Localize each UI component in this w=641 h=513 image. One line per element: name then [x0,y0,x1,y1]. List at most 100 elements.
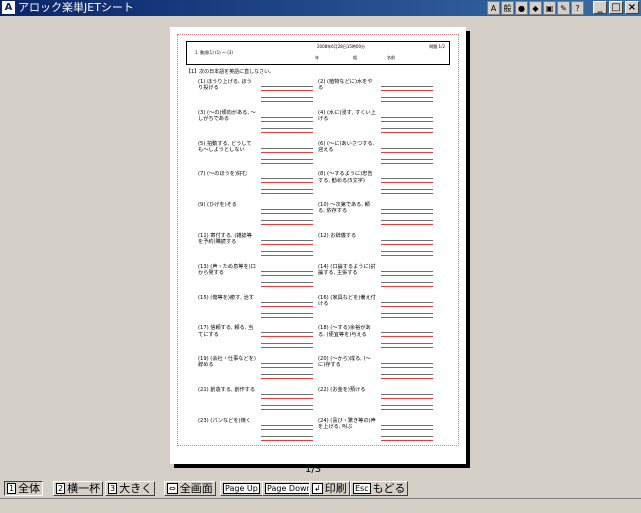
answer-line [381,316,433,318]
enlarge-button[interactable]: 3 大きく [105,481,156,496]
window-title: アロック楽単JETシート [18,1,134,14]
answer-line [261,398,313,399]
answer-line [381,332,433,334]
question-item: (2) (植物などに)水をやる [318,79,448,109]
answer-line [381,378,433,380]
unit-title: 1. 動詞(1) (1) ～ (3) [195,50,233,55]
question-item: (5) 拍動する, どうしても～しようとしない [198,141,328,171]
question-item: (21) 創造する, 創作する [198,387,328,417]
button-label: 大きく [119,482,153,495]
worksheet-page: 1. 動詞(1) (1) ～ (3) 2008年6月28日15時00分 問題 1… [170,27,466,464]
status-bar [0,498,641,513]
question-item: (7) (～のほうを)好む [198,171,328,201]
question-item: (22) (お金を)預ける [318,387,448,417]
answer-line [261,347,313,349]
maximize-button[interactable]: □ [609,1,623,14]
tray-mode-icon[interactable]: 般 [501,1,514,15]
tray-help-icon[interactable]: ? [571,1,584,15]
answer-line [381,131,433,133]
answer-line [381,193,433,195]
answer-line [261,178,313,180]
bottom-toolbar: 1全体 2横一杯 3大きく ⇔全画面 Page Up前頁 Page Down次頁… [0,478,641,498]
answer-line [261,435,313,437]
answer-line [261,90,313,91]
fit-width-button[interactable]: 2 横一杯 [53,481,104,496]
answer-line [261,394,313,395]
question-item: (23) (パンなどを)焼く [198,418,328,448]
tray-ime-icon[interactable]: A [487,1,500,15]
answer-line [381,147,433,149]
answer-line [261,285,313,287]
question-text: (13) (声・ため息等を)口から発する [198,263,256,276]
tray-pen-icon[interactable]: ✎ [557,1,570,15]
tray-settings-icon[interactable]: ▣ [543,1,556,15]
answer-line [381,116,433,118]
question-item: (17) 信頼する, 頼る, 当てにする [198,325,328,355]
key-label: Page Down [265,483,314,494]
key-label: Esc [353,483,371,494]
answer-line [261,378,313,380]
worksheet-header: 1. 動詞(1) (1) ～ (3) 2008年6月28日15時00分 問題 1… [186,41,450,65]
tray-dictionary-icon[interactable]: ● [515,1,528,15]
view-whole-button[interactable]: 1 全体 [4,481,44,496]
question-item: (16) (家具などを)備え付ける [318,295,448,325]
question-text: (8) (～するように)忠告する, 勧める(5文字) [318,171,373,184]
question-text: (19) (会社・仕事などを)辞める [198,356,256,369]
question-item: (18) (～する)余裕がある, (便宜等を)与える [318,325,448,355]
answer-line [261,251,313,252]
answer-line [261,301,313,303]
question-item: (10) ～次第である, 頼る, 依存する [318,202,448,232]
question-text: (18) (～する)余裕がある, (便宜等を)与える [318,325,371,338]
question-text: (14) (口論するように)討論する, 主張する [318,263,376,276]
question-item: (15) (傷等を)癒す, 治す [198,295,328,325]
question-text: (6) (～に)あいさつする, 迎える [318,140,375,153]
answer-line [381,435,433,437]
question-text: (23) (パンなどを)焼く [198,417,251,424]
answer-line [381,394,433,395]
print-date: 2008年6月28日15時00分 [317,44,365,49]
answer-line [261,213,313,215]
answer-line [261,244,313,245]
button-label: もどる [372,482,406,495]
question-item: (1) ほうり上げる, ほうり投げる [198,79,328,109]
answer-line [261,151,313,153]
enter-icon: ↲ [312,483,323,494]
close-button[interactable]: × [625,1,639,14]
answer-line [381,374,433,376]
back-button[interactable]: Esc もどる [350,481,409,496]
question-text: (10) ～次第である, 頼る, 依存する [318,202,370,215]
answer-line [261,367,313,369]
answer-line [261,405,313,406]
answer-line [381,424,433,426]
answer-line [381,428,433,430]
question-text: (7) (～のほうを)好む [198,171,248,178]
answer-line [261,312,313,314]
question-text: (24) (喜び・驚き等の)声を上げる, 叫ぶ [318,417,376,430]
answer-line [381,209,433,211]
answer-line [261,428,313,430]
answer-line [261,424,313,426]
answer-line [261,147,313,149]
fullscreen-button[interactable]: ⇔ 全画面 [164,481,216,496]
year-field: 年 [315,55,319,60]
answer-line [261,240,313,241]
question-text: (16) (家具などを)備え付ける [318,294,376,307]
app-icon[interactable]: A [2,1,15,14]
answer-line [381,281,433,283]
answer-line [381,255,433,256]
answer-line [381,189,433,191]
answer-line [381,336,433,338]
title-bar: A アロック楽単JETシート A 般 ● ◆ ▣ ✎ ? _ □ × [0,0,641,16]
minimize-button[interactable]: _ [593,1,607,14]
tray-tool-icon[interactable]: ◆ [529,1,542,15]
answer-line [381,270,433,272]
answer-line [261,374,313,376]
question-text: (9) (ひげを)そる [198,202,237,209]
question-item: (24) (喜び・驚き等の)声を上げる, 叫ぶ [318,418,448,448]
key-label: 1 [7,483,17,494]
preview-area[interactable]: 1. 動詞(1) (1) ～ (3) 2008年6月28日15時00分 問題 1… [0,16,641,478]
answer-line [261,224,313,226]
answer-line [261,101,313,102]
instruction: 【1】次の日本語を英語に直しなさい。 [186,69,275,75]
print-button[interactable]: ↲ 印刷 [309,481,350,496]
